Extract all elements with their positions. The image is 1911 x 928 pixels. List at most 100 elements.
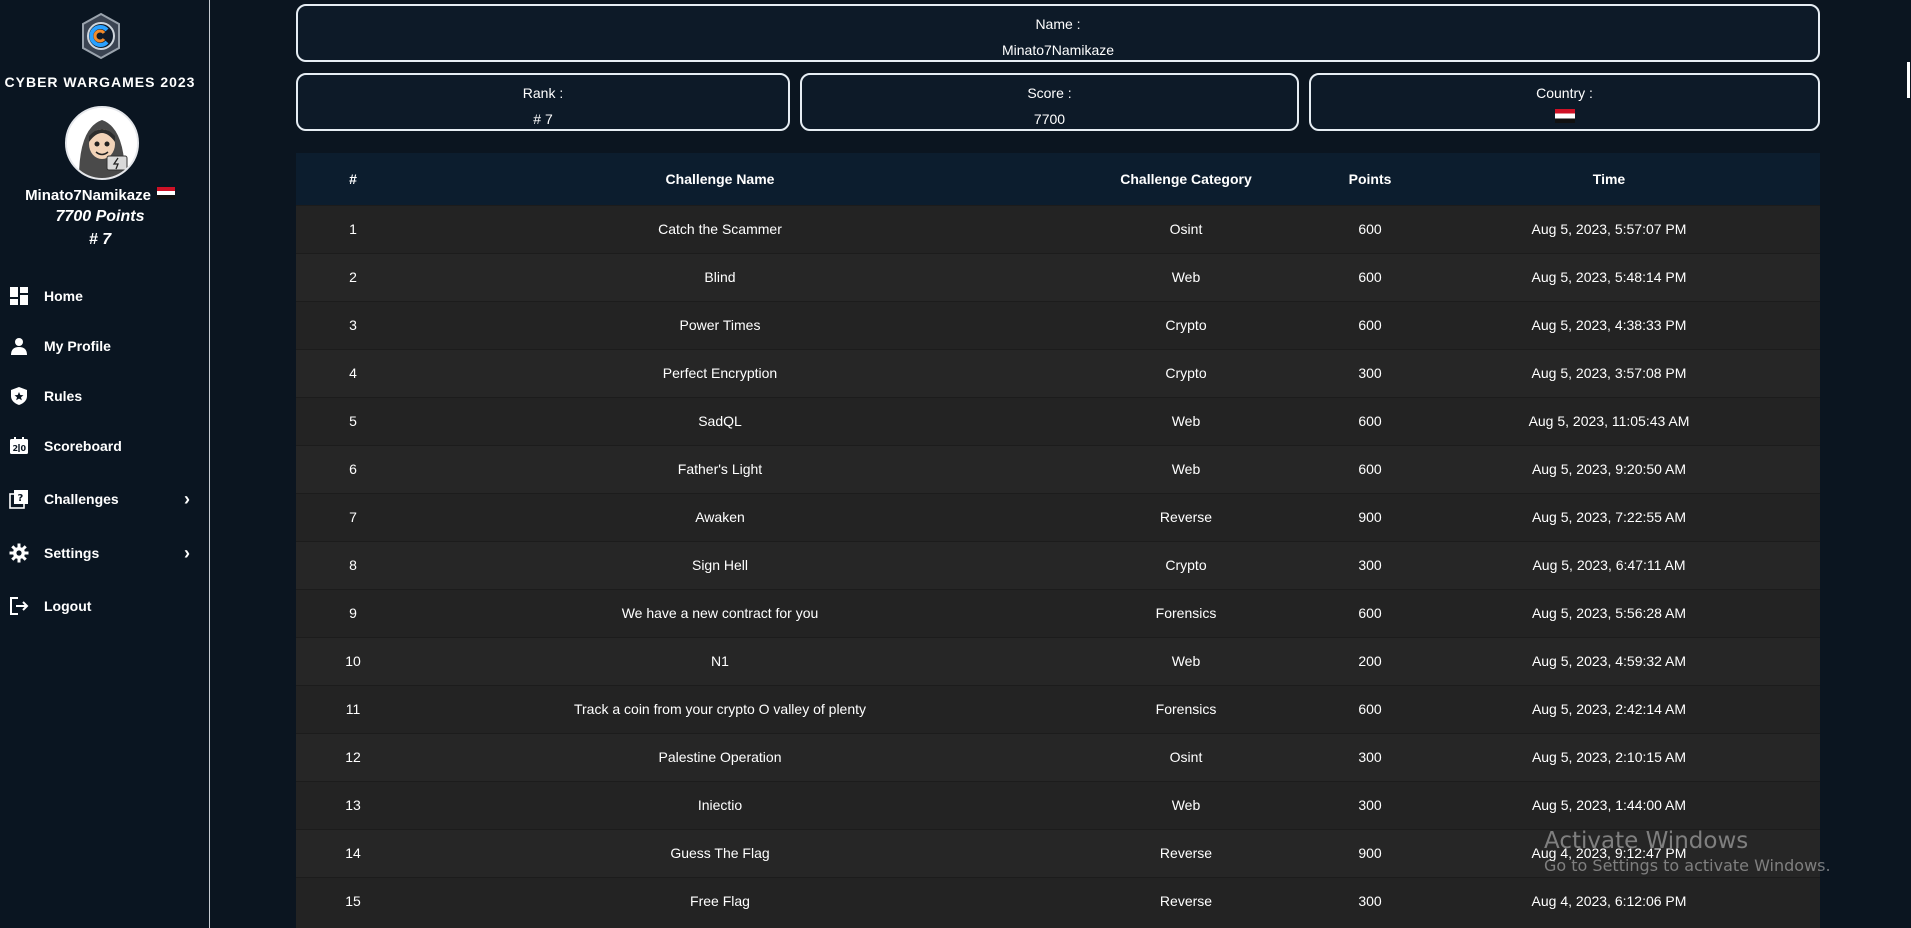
cell-rank: 6	[296, 444, 410, 493]
cell-points: 300	[1342, 876, 1398, 925]
name-value: Minato7Namikaze	[1001, 42, 1115, 58]
cell-challenge-category: Crypto	[1030, 540, 1342, 589]
avatar[interactable]	[65, 106, 139, 180]
cell-time: Aug 5, 2023, 9:20:50 AM	[1398, 444, 1820, 493]
nav-settings[interactable]: Settings ›	[0, 535, 209, 571]
cell-challenge-category: Osint	[1030, 732, 1342, 781]
cell-rank: 11	[296, 684, 410, 733]
watermark-subtitle: Go to Settings to activate Windows.	[1544, 856, 1831, 875]
nav-scoreboard[interactable]: 20 Scoreboard	[0, 428, 209, 464]
cell-points: 600	[1342, 252, 1398, 301]
cell-points: 600	[1342, 684, 1398, 733]
country-card: Country :	[1309, 73, 1820, 131]
cell-challenge-name: We have a new contract for you	[410, 588, 1030, 637]
user-rank: # 7	[88, 231, 112, 248]
user-name-text: Minato7Namikaze	[25, 187, 151, 204]
nav-rules-label: Rules	[44, 388, 83, 404]
col-header-points[interactable]: Points	[1342, 153, 1398, 205]
cell-challenge-category: Web	[1030, 780, 1342, 829]
country-label: Country :	[1536, 85, 1593, 101]
cell-challenge-name: Sign Hell	[410, 540, 1030, 589]
cell-points: 900	[1342, 828, 1398, 877]
score-value: 7700	[1033, 111, 1066, 127]
chevron-right-icon: ›	[184, 542, 190, 563]
rank-card: Rank : # 7	[296, 73, 790, 131]
cell-time: Aug 5, 2023, 1:44:00 AM	[1398, 780, 1820, 829]
cell-challenge-name: Perfect Encryption	[410, 348, 1030, 397]
user-points: 7700 Points	[55, 208, 145, 225]
col-header-time[interactable]: Time	[1398, 153, 1820, 205]
cell-time: Aug 5, 2023, 2:10:15 AM	[1398, 732, 1820, 781]
cell-challenge-category: Crypto	[1030, 348, 1342, 397]
nav-challenges[interactable]: ? Challenges ›	[0, 481, 209, 517]
cell-challenge-category: Forensics	[1030, 588, 1342, 637]
shield-star-icon	[8, 385, 30, 407]
col-header-challenge-category[interactable]: Challenge Category	[1030, 153, 1342, 205]
cell-points: 600	[1342, 204, 1398, 253]
cell-points: 300	[1342, 780, 1398, 829]
cell-challenge-category: Forensics	[1030, 684, 1342, 733]
nav-home-label: Home	[44, 288, 83, 304]
table-row: 6 Father's Light Web 600 Aug 5, 2023, 9:20:5…	[296, 444, 1820, 493]
cell-points: 600	[1342, 444, 1398, 493]
cell-challenge-name: Power Times	[410, 300, 1030, 349]
table-row: 5 SadQL Web 600 Aug 5, 2023, 11:05:43 AM	[296, 396, 1820, 445]
nav-logout-label: Logout	[44, 598, 92, 614]
cell-rank: 1	[296, 204, 410, 253]
scrollbar-thumb[interactable]	[1907, 62, 1910, 98]
nav-my-profile[interactable]: My Profile	[0, 328, 209, 364]
scrollbar-track[interactable]	[1906, 0, 1911, 928]
name-label: Name :	[1035, 16, 1081, 32]
col-header-challenge-name[interactable]: Challenge Name	[410, 153, 1030, 205]
cell-points: 900	[1342, 492, 1398, 541]
cell-rank: 3	[296, 300, 410, 349]
nav-rules[interactable]: Rules	[0, 378, 209, 414]
cell-rank: 8	[296, 540, 410, 589]
cell-challenge-category: Reverse	[1030, 492, 1342, 541]
cell-rank: 5	[296, 396, 410, 445]
svg-text:2: 2	[13, 444, 19, 453]
table-row: 12 Palestine Operation Osint 300 Aug 5, 2023…	[296, 732, 1820, 781]
cyber-wargames-logo[interactable]	[77, 12, 125, 60]
svg-text:0: 0	[21, 444, 27, 453]
col-header-rank[interactable]: #	[296, 153, 410, 205]
cell-points: 600	[1342, 396, 1398, 445]
user-name: Minato7Namikaze	[0, 187, 200, 204]
nav-settings-label: Settings	[44, 545, 100, 561]
table-row: 10 N1 Web 200 Aug 5, 2023, 4:59:32 AM	[296, 636, 1820, 685]
cell-time: Aug 5, 2023, 2:42:14 AM	[1398, 684, 1820, 733]
cell-points: 600	[1342, 588, 1398, 637]
name-card: Name : Minato7Namikaze	[296, 4, 1820, 62]
solves-table-container: # Challenge Name Challenge Category Poin…	[296, 153, 1820, 928]
cell-time: Aug 5, 2023, 4:38:33 PM	[1398, 300, 1820, 349]
egypt-flag-icon	[1554, 109, 1575, 123]
scoreboard-icon: 20	[8, 435, 30, 457]
score-label: Score :	[1027, 85, 1072, 101]
cell-points: 300	[1342, 540, 1398, 589]
person-icon	[8, 335, 30, 357]
nav-logout[interactable]: Logout	[0, 588, 209, 624]
cell-time: Aug 4, 2023, 6:12:06 PM	[1398, 876, 1820, 925]
cell-challenge-name: Iniectio	[410, 780, 1030, 829]
cell-time: Aug 5, 2023, 5:56:28 AM	[1398, 588, 1820, 637]
nav-home[interactable]: Home	[0, 278, 209, 314]
gear-icon	[8, 542, 30, 564]
cell-challenge-category: Reverse	[1030, 876, 1342, 925]
rank-label: Rank :	[522, 85, 564, 101]
chevron-right-icon: ›	[184, 488, 190, 509]
nav-scoreboard-label: Scoreboard	[44, 438, 122, 454]
svg-text:?: ?	[18, 493, 24, 504]
cell-rank: 10	[296, 636, 410, 685]
cell-rank: 13	[296, 780, 410, 829]
cell-time: Aug 5, 2023, 5:48:14 PM	[1398, 252, 1820, 301]
cell-challenge-category: Osint	[1030, 204, 1342, 253]
cell-points: 200	[1342, 636, 1398, 685]
cell-challenge-name: Blind	[410, 252, 1030, 301]
logout-icon	[8, 595, 30, 617]
cell-challenge-category: Web	[1030, 252, 1342, 301]
cell-rank: 7	[296, 492, 410, 541]
cell-rank: 2	[296, 252, 410, 301]
table-header-row: # Challenge Name Challenge Category Poin…	[296, 153, 1820, 205]
egypt-flag-icon	[156, 187, 175, 199]
cell-challenge-category: Web	[1030, 636, 1342, 685]
